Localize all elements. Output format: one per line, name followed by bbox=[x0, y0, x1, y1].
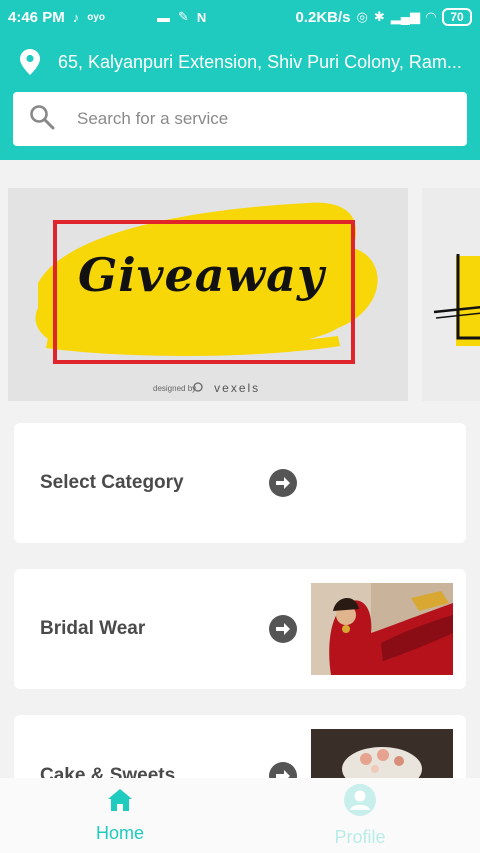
app-header: 65, Kalyanpuri Extension, Shiv Puri Colo… bbox=[0, 34, 480, 160]
bridal-wear-card[interactable]: Bridal Wear bbox=[14, 569, 466, 689]
card-title: Bridal Wear bbox=[40, 618, 146, 639]
credit-brand: vexels bbox=[214, 381, 261, 395]
location-address[interactable]: 65, Kalyanpuri Extension, Shiv Puri Colo… bbox=[58, 52, 463, 73]
battery-indicator: 70 bbox=[442, 8, 472, 26]
status-time: 4:46 PM bbox=[8, 8, 65, 26]
banner-credit: designed by vexels bbox=[153, 381, 260, 395]
nav-home-label: Home bbox=[95, 822, 144, 843]
pin-tool-icon: ✎ bbox=[177, 9, 189, 24]
bottom-navigation: Home Profile bbox=[0, 778, 480, 853]
banner-title: Giveaway bbox=[78, 248, 325, 302]
network-speed: 0.2KB/s bbox=[295, 8, 351, 26]
status-bar: 4:46 PM ♪ oyo ▬ ✎ N 0.2KB/s ◎ ✱ ▂▄▆ ◠ 70 bbox=[0, 0, 480, 34]
giveaway-banner[interactable]: Giveaway designed by vexels bbox=[8, 188, 408, 401]
search-bar[interactable] bbox=[13, 92, 467, 146]
home-icon bbox=[107, 788, 133, 817]
search-icon bbox=[29, 104, 55, 135]
n-app-icon: N bbox=[196, 9, 207, 25]
wifi-icon: ◠ bbox=[426, 9, 436, 24]
credit-prefix: designed by bbox=[153, 383, 197, 393]
oyo-icon: oyo bbox=[87, 11, 105, 23]
arrow-right-icon[interactable] bbox=[269, 615, 297, 643]
arrow-right-icon[interactable] bbox=[269, 469, 297, 497]
hotspot-icon: ◎ bbox=[356, 9, 368, 24]
nav-profile[interactable]: Profile bbox=[240, 778, 480, 853]
location-pin-icon bbox=[18, 48, 42, 76]
bluetooth-icon: ✱ bbox=[373, 9, 385, 24]
location-selector[interactable]: 65, Kalyanpuri Extension, Shiv Puri Colo… bbox=[18, 48, 468, 76]
nav-profile-label: Profile bbox=[334, 826, 386, 847]
tiktok-icon: ♪ bbox=[72, 9, 80, 25]
next-banner-artwork bbox=[433, 254, 480, 346]
select-category-card[interactable]: Select Category bbox=[14, 423, 466, 543]
banner-carousel[interactable]: Giveaway designed by vexels bbox=[8, 188, 480, 401]
bridal-wear-thumbnail bbox=[311, 583, 453, 675]
signal-icon: ▂▄▆ bbox=[390, 9, 420, 24]
profile-icon bbox=[344, 783, 376, 821]
card-icon: ▬ bbox=[156, 9, 170, 25]
search-input[interactable] bbox=[77, 109, 437, 129]
card-title: Select Category bbox=[40, 472, 184, 493]
nav-home[interactable]: Home bbox=[0, 778, 240, 853]
next-banner-preview[interactable] bbox=[422, 188, 480, 401]
